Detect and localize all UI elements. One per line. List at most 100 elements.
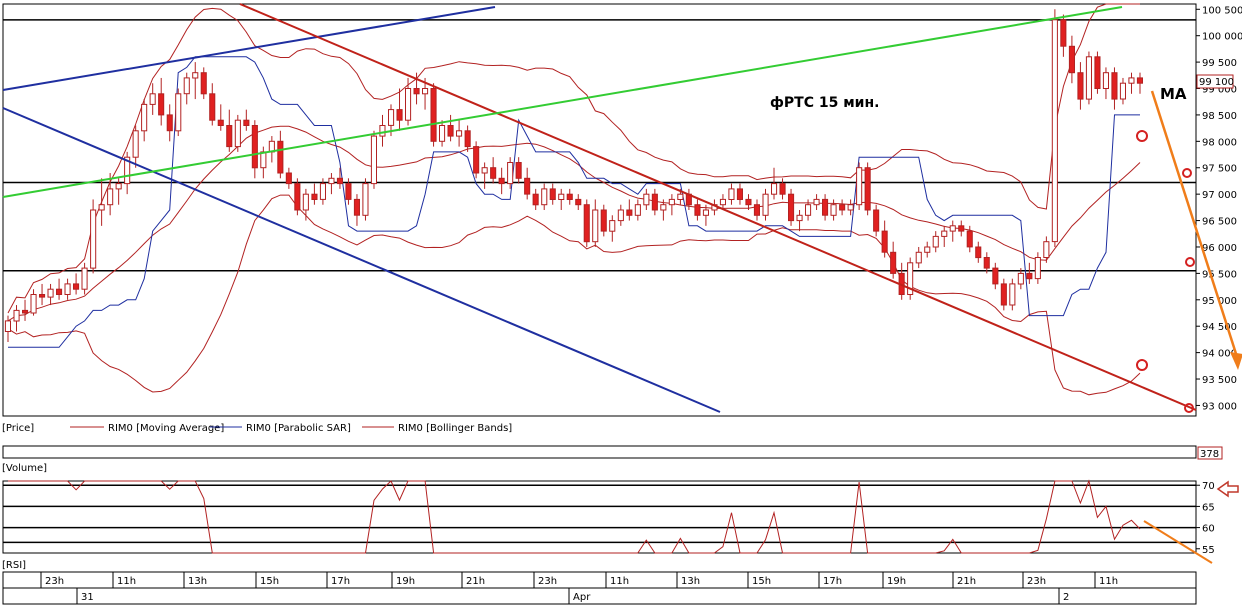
candle-body xyxy=(753,204,761,216)
candle-body xyxy=(515,162,522,179)
candle-body xyxy=(336,177,343,185)
volume-value: 378 xyxy=(1200,449,1219,460)
legend-price: [Price] xyxy=(2,423,34,434)
candle-body xyxy=(677,193,684,200)
candle-body xyxy=(447,125,454,137)
candle-body xyxy=(583,204,590,243)
candle-body xyxy=(941,230,948,237)
last-price-label: 99 100 xyxy=(1199,77,1234,88)
annotation-ma: MA xyxy=(1160,85,1187,103)
date-tick-label: Apr xyxy=(573,592,591,603)
candle-body xyxy=(924,246,931,253)
candle-body xyxy=(4,320,11,332)
candle-body xyxy=(388,109,395,126)
candle-body xyxy=(1017,272,1024,285)
price-tick-label: 98 000 xyxy=(1202,137,1237,148)
price-tick-label: 97 000 xyxy=(1202,190,1237,201)
candle-body xyxy=(1085,56,1093,100)
candle-body xyxy=(702,209,710,216)
legend-moving-average: RIM0 [Moving Average] xyxy=(108,423,224,434)
candle-body xyxy=(345,183,352,200)
candle-body xyxy=(251,125,258,169)
candle-body xyxy=(396,109,403,121)
candle-body xyxy=(473,146,480,174)
rsi-label: [RSI] xyxy=(2,560,26,571)
price-tick-label: 100 000 xyxy=(1202,32,1242,43)
candle-body xyxy=(532,193,539,206)
candle-body xyxy=(983,257,990,269)
candle-body xyxy=(226,125,233,148)
candle-body xyxy=(277,140,284,174)
candle-body xyxy=(217,119,224,126)
time-tick-label: 15h xyxy=(752,576,771,587)
candle-body xyxy=(405,88,412,121)
candle-body xyxy=(626,209,633,216)
grid-layer xyxy=(3,19,1196,544)
candle-body xyxy=(422,88,429,95)
price-tick-label: 94 500 xyxy=(1202,322,1237,333)
candle-body xyxy=(498,177,505,185)
candle-body xyxy=(745,198,752,206)
candle-body xyxy=(1068,45,1076,74)
candle-body xyxy=(805,204,812,216)
candle-body xyxy=(949,225,956,232)
bollinger-upper xyxy=(7,3,1140,314)
candle-body xyxy=(90,209,97,269)
rsi-tick-label: 55 xyxy=(1202,545,1215,556)
price-tick-label: 98 500 xyxy=(1202,111,1237,122)
candle-body xyxy=(141,103,148,132)
time-tick-label: 19h xyxy=(396,576,415,587)
candle-body xyxy=(507,162,514,185)
time-tick-label: 17h xyxy=(823,576,842,587)
time-tick-label: 23h xyxy=(45,576,64,587)
price-tick-label: 93 500 xyxy=(1202,375,1237,386)
candle-body xyxy=(966,230,973,248)
candle-body xyxy=(566,193,573,200)
candle-body xyxy=(643,193,650,206)
price-tick-label: 97 500 xyxy=(1202,164,1237,175)
price-tick-label: 99 500 xyxy=(1202,58,1237,69)
time-tick-label: 23h xyxy=(1027,576,1046,587)
candle-body xyxy=(864,167,871,211)
candle-body xyxy=(132,130,139,158)
rsi-tick-label: 65 xyxy=(1202,502,1215,513)
time-tick-label: 13h xyxy=(188,576,207,587)
candle-body xyxy=(796,214,803,222)
candle-body xyxy=(149,93,156,105)
candle-body xyxy=(22,309,29,314)
legend-parabolic-sar: RIM0 [Parabolic SAR] xyxy=(246,423,351,434)
candle-body xyxy=(634,204,641,216)
candle-body xyxy=(736,188,744,200)
candle-body xyxy=(1077,72,1084,100)
volume-panel-frame xyxy=(2,445,1197,459)
candle-body xyxy=(541,188,548,206)
candle-body xyxy=(456,130,463,137)
candle-body xyxy=(234,119,241,148)
time-tick-label: 11h xyxy=(610,576,629,587)
candle-body xyxy=(47,288,54,298)
candle-body xyxy=(311,193,318,200)
candle-body xyxy=(600,209,607,232)
candle-body xyxy=(592,209,599,243)
candle-body xyxy=(302,193,309,211)
time-tick-label: 23h xyxy=(538,576,557,587)
candle-body xyxy=(1136,77,1144,84)
candle-body xyxy=(200,72,207,95)
target-circle xyxy=(1136,130,1148,142)
candle-body xyxy=(1094,56,1101,89)
candle-body xyxy=(192,72,199,79)
candle-body xyxy=(762,193,769,216)
candle-body xyxy=(413,88,420,95)
candle-body xyxy=(56,288,63,296)
date-tick-label: 2 xyxy=(1063,592,1069,603)
candle-body xyxy=(524,177,531,195)
date-tick-label: 31 xyxy=(81,592,94,603)
candle-body xyxy=(1026,272,1033,280)
price-tick-label: 95 500 xyxy=(1202,269,1237,280)
candle-body xyxy=(575,198,582,206)
candle-body xyxy=(362,183,369,216)
candle-body xyxy=(660,204,667,211)
candle-body xyxy=(13,309,20,322)
moving-average xyxy=(7,125,1141,322)
candle-body xyxy=(243,119,250,126)
